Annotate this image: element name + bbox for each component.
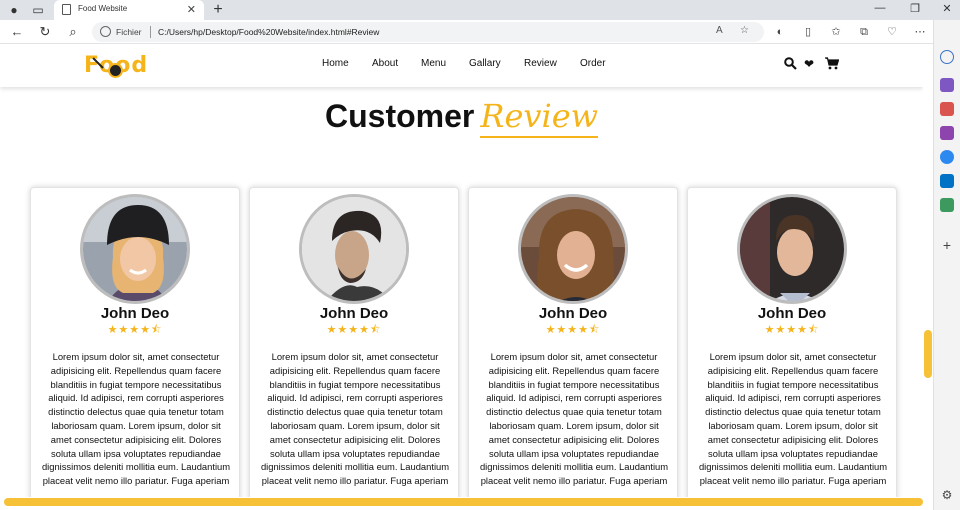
address-toolbar: ← ↻ ⌕ Fichier C:/Users/hp/Desktop/Food%2… (0, 20, 960, 44)
drop-icon[interactable] (940, 198, 954, 212)
heart-icon[interactable]: ❤ (804, 57, 814, 71)
favorites-icon[interactable]: ✩ (828, 24, 844, 40)
review-card: John Deo ★★★★⯪ Lorem ipsum dolor sit, am… (249, 187, 459, 497)
settings-gear-icon[interactable]: ⚙ (940, 488, 954, 502)
maximize-icon[interactable]: ❐ (905, 2, 925, 15)
microsoft365-icon[interactable] (940, 150, 954, 164)
url-scheme-label: Fichier (116, 27, 142, 37)
back-icon[interactable]: ← (8, 23, 26, 41)
review-text: Lorem ipsum dolor sit, amet consectetur … (41, 351, 231, 487)
nav-review[interactable]: Review (524, 58, 557, 69)
refresh-icon[interactable]: ↻ (36, 23, 54, 41)
more-menu-icon[interactable]: ⋯ (912, 24, 928, 40)
customer-name: John Deo (757, 305, 827, 322)
nav-home[interactable]: Home (322, 58, 349, 69)
customer-photo (299, 194, 409, 304)
search-icon[interactable] (784, 57, 797, 73)
page-icon (62, 4, 71, 15)
review-text: Lorem ipsum dolor sit, amet consectetur … (260, 351, 450, 487)
search-icon[interactable] (940, 50, 954, 64)
shopping-icon[interactable] (940, 78, 954, 92)
customer-name: John Deo (100, 305, 170, 322)
rating-stars: ★★★★⯪ (545, 324, 601, 336)
tab-title: Food Website (78, 4, 128, 13)
customer-name: John Deo (319, 305, 389, 322)
review-card: John Deo ★★★★⯪ Lorem ipsum dolor sit, am… (468, 187, 678, 497)
url-text[interactable]: C:/Users/hp/Desktop/Food%20Website/index… (158, 27, 379, 37)
site-info-icon[interactable] (100, 26, 111, 37)
url-bar[interactable]: Fichier C:/Users/hp/Desktop/Food%20Websi… (92, 22, 764, 42)
browser-tab[interactable]: Food Website ✕ (54, 0, 204, 20)
review-card: John Deo ★★★★⯪ Lorem ipsum dolor sit, am… (687, 187, 897, 497)
review-text: Lorem ipsum dolor sit, amet consectetur … (698, 351, 888, 487)
customer-name: John Deo (538, 305, 608, 322)
tools-icon[interactable] (940, 102, 954, 116)
review-text: Lorem ipsum dolor sit, amet consectetur … (479, 351, 669, 487)
heading-main: Customer (324, 98, 475, 134)
profile-icon[interactable]: ● (6, 2, 22, 18)
browser-essentials-icon[interactable]: ♡ (884, 24, 900, 40)
browser-tab-bar: ● ▭ Food Website ✕ + — ❐ ✕ (0, 0, 960, 20)
close-window-icon[interactable]: ✕ (937, 2, 957, 15)
cart-icon[interactable] (825, 57, 840, 73)
logo-pan-icon (108, 63, 123, 78)
new-tab-icon[interactable]: + (210, 2, 226, 18)
heading-accent: Review (480, 97, 599, 138)
url-separator (150, 26, 151, 38)
outlook-icon[interactable] (940, 174, 954, 188)
section-heading: Customer Review (0, 97, 923, 138)
review-card: John Deo ★★★★⯪ Lorem ipsum dolor sit, am… (30, 187, 240, 497)
nav-menu[interactable]: Menu (421, 58, 446, 69)
close-tab-icon[interactable]: ✕ (187, 3, 196, 16)
customer-photo (518, 194, 628, 304)
edge-sidebar: + ⚙ (933, 20, 960, 510)
search-icon[interactable]: ⌕ (64, 23, 82, 41)
site-header: Food Home About Menu Gallary Review Orde… (0, 45, 923, 87)
nav-gallery[interactable]: Gallary (469, 58, 501, 69)
customer-photo (80, 194, 190, 304)
rating-stars: ★★★★⯪ (107, 324, 163, 336)
site-logo[interactable]: Food (84, 53, 148, 81)
customer-photo (737, 194, 847, 304)
nav-order[interactable]: Order (580, 58, 606, 69)
games-icon[interactable] (940, 126, 954, 140)
read-aloud-icon[interactable]: A (716, 25, 723, 36)
favorite-star-icon[interactable]: ☆ (740, 25, 749, 36)
add-icon[interactable]: + (940, 238, 954, 252)
nav-about[interactable]: About (372, 58, 398, 69)
rating-stars: ★★★★⯪ (764, 324, 820, 336)
minimize-icon[interactable]: — (870, 2, 890, 14)
page-viewport: Food Home About Menu Gallary Review Orde… (0, 45, 923, 497)
workspaces-icon[interactable]: ▭ (30, 2, 46, 18)
split-screen-icon[interactable]: ▯ (800, 24, 816, 40)
horizontal-scrollbar-thumb[interactable] (4, 498, 923, 506)
vertical-scrollbar-thumb[interactable] (924, 330, 932, 378)
rating-stars: ★★★★⯪ (326, 324, 382, 336)
collections-icon[interactable]: ⧉ (856, 24, 872, 40)
extension-icon[interactable]: ◐ (772, 24, 788, 40)
